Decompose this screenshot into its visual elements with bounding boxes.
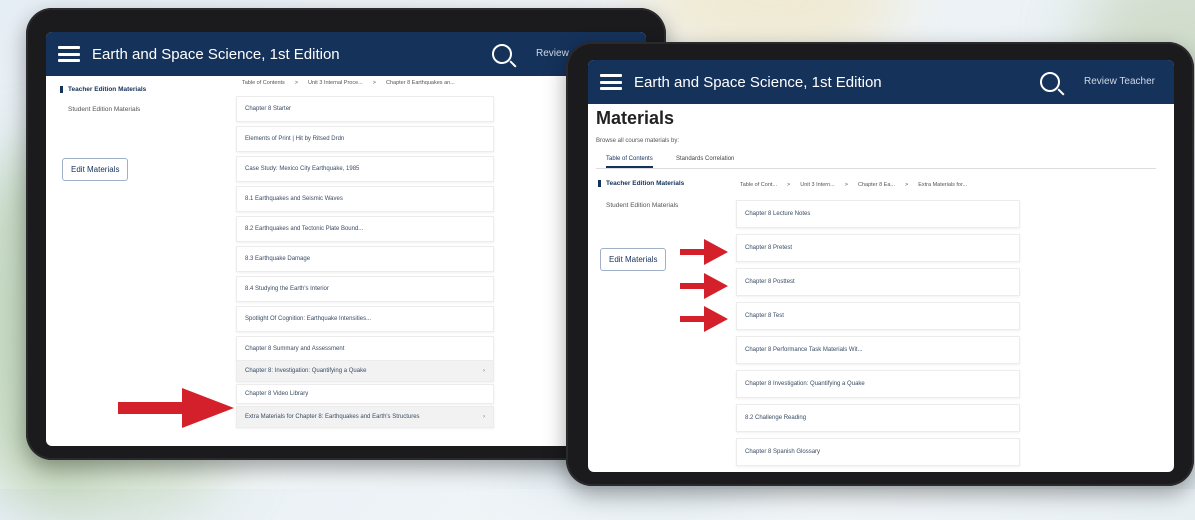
list-item[interactable]: Chapter 8 Performance Task Materials Wit… (736, 336, 1020, 364)
list-item[interactable]: 8.3 Earthquake Damage (236, 246, 494, 272)
edit-materials-button[interactable]: Edit Materials (600, 248, 667, 271)
search-icon[interactable] (492, 44, 512, 64)
breadcrumb-item[interactable]: Table of Contents (242, 80, 285, 86)
tabs-divider (596, 168, 1156, 169)
chevron-right-icon: › (483, 414, 485, 420)
list-item[interactable]: 8.4 Studying the Earth's Interior (236, 276, 494, 302)
breadcrumb: Table of Cont... > Unit 3 Intern... > Ch… (740, 182, 967, 188)
right-screen: Earth and Space Science, 1st Edition Rev… (588, 60, 1174, 472)
list-item[interactable]: Elements of Print | Hit by Ritsed Drdn (236, 126, 494, 152)
sidebar-item-student-materials[interactable]: Student Edition Materials (68, 106, 140, 113)
menu-icon[interactable] (58, 46, 80, 62)
list-item[interactable]: 8.1 Earthquakes and Seismic Waves (236, 186, 494, 212)
list-item[interactable]: 8.2 Challenge Reading (736, 404, 1020, 432)
list-item[interactable]: Chapter 8 Video Library (236, 384, 494, 404)
review-link[interactable]: Review (536, 48, 569, 59)
list-item[interactable]: Chapter 8 Lecture Notes (736, 200, 1020, 228)
breadcrumb-separator: > (844, 182, 848, 188)
breadcrumb-separator: > (372, 80, 376, 86)
breadcrumb-item[interactable]: Extra Materials for... (918, 182, 967, 188)
search-icon[interactable] (1040, 72, 1060, 92)
breadcrumb-item[interactable]: Table of Cont... (740, 182, 777, 188)
edit-materials-button[interactable]: Edit Materials (62, 158, 129, 181)
review-teacher-link[interactable]: Review Teacher (1084, 76, 1155, 87)
annotation-arrow (118, 388, 234, 428)
breadcrumb-item[interactable]: Chapter 8 Ea... (858, 182, 895, 188)
sidebar-item-student-materials[interactable]: Student Edition Materials (606, 202, 678, 209)
browse-label: Browse all course materials by: (596, 138, 680, 144)
right-topbar: Earth and Space Science, 1st Edition Rev… (588, 60, 1174, 104)
page-title: Materials (596, 108, 675, 128)
list-item[interactable]: 8.2 Earthquakes and Tectonic Plate Bound… (236, 216, 494, 242)
left-topbar: Earth and Space Science, 1st Edition Rev… (46, 32, 646, 76)
list-item[interactable]: Chapter 8 Test (736, 302, 1020, 330)
list-group-row[interactable]: Chapter 8: Investigation: Quantifying a … (236, 360, 494, 382)
annotation-arrow (680, 306, 728, 332)
breadcrumb-separator: > (904, 182, 909, 188)
breadcrumb-item[interactable]: Chapter 8 Earthquakes an... (386, 80, 455, 86)
breadcrumb: Table of Contents > Unit 3 Internal Proc… (242, 80, 455, 86)
left-screen: Earth and Space Science, 1st Edition Rev… (46, 32, 646, 446)
breadcrumb-separator: > (787, 182, 791, 188)
app-title: Earth and Space Science, 1st Edition (634, 73, 882, 91)
list-item[interactable]: Chapter 8 Investigation: Quantifying a Q… (736, 370, 1020, 398)
list-group-row[interactable]: Extra Materials for Chapter 8: Earthquak… (236, 406, 494, 428)
app-title: Earth and Space Science, 1st Edition (92, 45, 340, 63)
annotation-arrow (680, 273, 728, 299)
breadcrumb-separator: > (294, 80, 299, 86)
list-item[interactable]: Chapter 8 Pretest (736, 234, 1020, 262)
list-item[interactable]: Chapter 8 Starter (236, 96, 494, 122)
tab-table-of-contents[interactable]: Table of Contents (606, 156, 653, 168)
chevron-right-icon: › (483, 368, 485, 374)
list-item[interactable]: Chapter 8 Summary and Assessment (236, 336, 494, 362)
list-group-label: Extra Materials for Chapter 8: Earthquak… (245, 414, 420, 420)
sidebar-item-teacher-materials[interactable]: Teacher Edition Materials (60, 86, 146, 93)
menu-icon[interactable] (600, 74, 622, 90)
breadcrumb-item[interactable]: Unit 3 Intern... (800, 182, 835, 188)
list-item[interactable]: Chapter 8 Posttest (736, 268, 1020, 296)
annotation-arrow (680, 239, 728, 265)
tab-standards-correlation[interactable]: Standards Correlation (676, 156, 734, 166)
list-group-label: Chapter 8: Investigation: Quantifying a … (245, 368, 367, 374)
breadcrumb-item[interactable]: Unit 3 Internal Proce... (308, 80, 363, 86)
list-item[interactable]: Spotlight Of Cognition: Earthquake Inten… (236, 306, 494, 332)
list-item[interactable]: Chapter 8 Spanish Glossary (736, 438, 1020, 466)
list-item[interactable]: Case Study: Mexico City Earthquake, 1985 (236, 156, 494, 182)
sidebar-item-teacher-materials[interactable]: Teacher Edition Materials (598, 180, 684, 187)
tablet-right: Earth and Space Science, 1st Edition Rev… (566, 42, 1194, 486)
